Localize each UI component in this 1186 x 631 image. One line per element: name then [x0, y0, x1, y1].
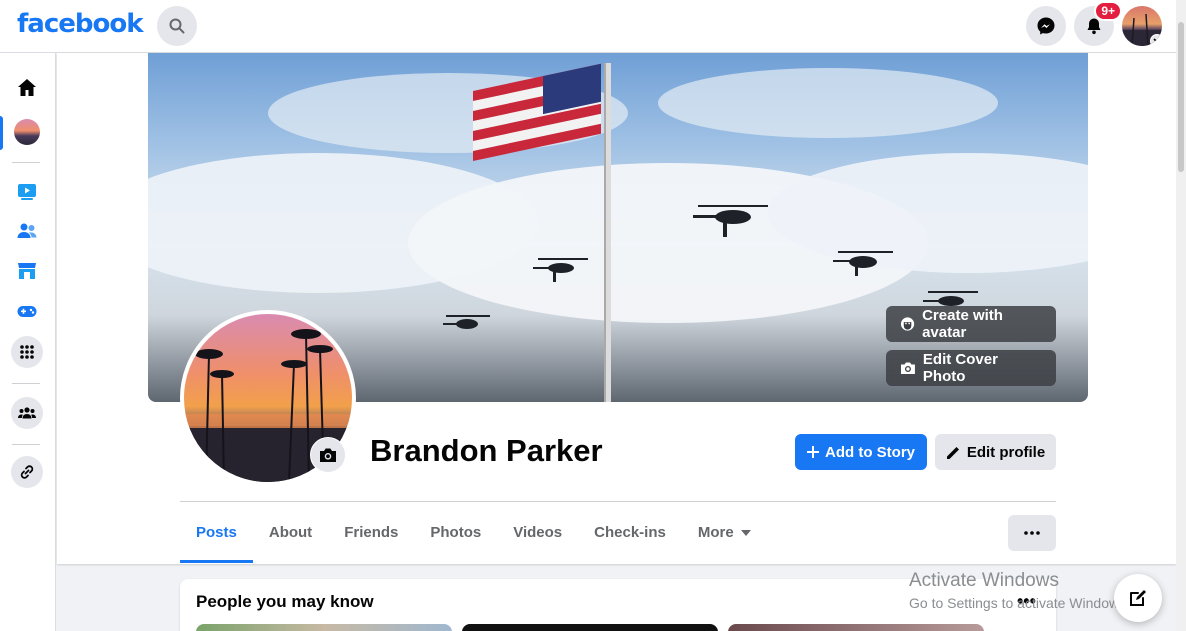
edit-cover-photo-label: Edit Cover Photo [922, 351, 998, 385]
suggestion-card[interactable] [728, 624, 984, 631]
groups-icon [18, 407, 36, 419]
scrollbar-thumb[interactable] [1178, 22, 1184, 172]
rail-profile[interactable] [8, 113, 46, 151]
camera-icon [320, 448, 336, 462]
rail-marketplace[interactable] [8, 252, 46, 290]
chevron-down-icon[interactable] [1150, 34, 1162, 46]
pencil-icon [946, 446, 959, 459]
rail-separator [12, 383, 40, 384]
menu-grid-icon [20, 345, 34, 359]
tab-check-ins-label: Check-ins [594, 524, 666, 541]
rail-separator [12, 444, 40, 445]
edit-cover-photo-button[interactable]: Edit Cover Photo [886, 350, 1056, 386]
camera-icon [900, 362, 915, 374]
edit-profile-label: Edit profile [966, 443, 1046, 461]
gaming-icon [17, 306, 37, 317]
facebook-logo[interactable]: facebook [17, 9, 144, 39]
rail-link[interactable] [8, 453, 46, 491]
more-dots-icon [1024, 531, 1040, 535]
tab-photos-label: Photos [430, 524, 482, 541]
home-icon [18, 79, 36, 96]
edit-profile-button[interactable]: Edit profile [935, 434, 1056, 470]
account-avatar[interactable] [1122, 6, 1162, 46]
rail-watch[interactable] [8, 172, 46, 210]
tab-videos[interactable]: Videos [497, 502, 578, 563]
rail-separator [12, 162, 40, 163]
people-you-may-know-title: People you may know [196, 592, 374, 611]
page-scrollbar[interactable] [1176, 0, 1186, 631]
rail-gaming[interactable] [8, 292, 46, 330]
suggestion-card[interactable] [462, 624, 718, 631]
rail-active-indicator [0, 116, 3, 150]
tab-more-label: More [697, 524, 734, 541]
profile-header: Create with avatar Edit Cover Photo Bran… [57, 53, 1176, 564]
avatar-icon [900, 317, 915, 331]
marketplace-icon [18, 263, 36, 279]
watch-icon [18, 184, 36, 200]
tab-check-ins[interactable]: Check-ins [578, 502, 682, 563]
plus-icon [807, 446, 819, 458]
profile-avatar [14, 119, 40, 145]
notifications-button[interactable]: 9+ [1074, 1, 1122, 46]
watermark-line-2: Go to Settings to activate Windows. [909, 595, 1130, 611]
tab-friends[interactable]: Friends [328, 502, 414, 563]
add-to-story-button[interactable]: Add to Story [795, 434, 927, 470]
rail-groups[interactable] [8, 394, 46, 432]
left-rail [0, 53, 56, 631]
watermark-line-1: Activate Windows [909, 570, 1059, 591]
profile-options-button[interactable] [1008, 515, 1056, 551]
search-button[interactable] [157, 6, 197, 46]
tab-photos[interactable]: Photos [414, 502, 497, 563]
tab-more[interactable]: More [682, 502, 767, 563]
tab-videos-label: Videos [513, 524, 563, 541]
messenger-button[interactable] [1026, 6, 1066, 46]
profile-name: Brandon Parker [370, 433, 603, 468]
rail-menu[interactable] [8, 333, 46, 371]
tab-posts-label: Posts [196, 524, 237, 541]
top-navigation-bar: facebook 9+ [0, 0, 1176, 53]
activate-windows-watermark: Activate Windows Go to Settings to activ… [909, 570, 1130, 611]
tab-about-label: About [268, 524, 313, 541]
create-with-avatar-button[interactable]: Create with avatar [886, 306, 1056, 342]
create-with-avatar-label: Create with avatar [922, 307, 1003, 341]
tab-about[interactable]: About [253, 502, 328, 563]
update-profile-picture-button[interactable] [310, 437, 346, 473]
tab-friends-label: Friends [344, 524, 399, 541]
compose-icon [1130, 590, 1146, 606]
link-icon [20, 465, 34, 479]
add-to-story-label: Add to Story [825, 443, 915, 461]
new-message-button[interactable] [1114, 574, 1162, 622]
rail-home[interactable] [8, 69, 46, 107]
caret-down-icon [740, 529, 751, 536]
messenger-icon [1037, 17, 1055, 35]
friends-icon [17, 223, 37, 238]
notification-badge: 9+ [1094, 1, 1122, 21]
tab-posts[interactable]: Posts [180, 502, 253, 563]
rail-friends[interactable] [8, 212, 46, 250]
suggestion-card[interactable] [196, 624, 452, 631]
search-icon [169, 18, 185, 34]
profile-tabs: Posts About Friends Photos Videos Check-… [180, 502, 767, 563]
